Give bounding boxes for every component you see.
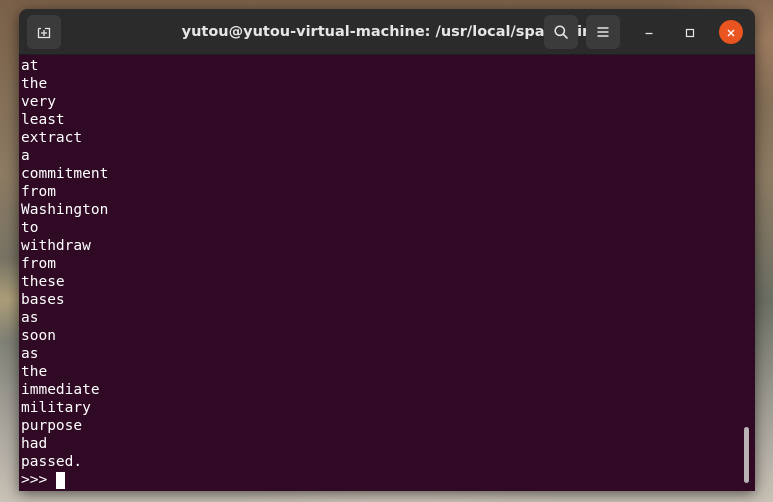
minimize-button[interactable]: [637, 20, 661, 44]
title-bar[interactable]: yutou@yutou-virtual-machine: /usr/local/…: [19, 9, 755, 55]
terminal-output: at the very least extract a commitment f…: [21, 57, 108, 489]
terminal-line: immediate: [21, 382, 100, 398]
terminal-line: bases: [21, 292, 65, 308]
terminal-line: the: [21, 76, 48, 92]
maximize-icon: [685, 23, 695, 42]
terminal-line: very: [21, 94, 56, 110]
desktop-background: yutou@yutou-virtual-machine: /usr/local/…: [0, 0, 773, 502]
close-icon: [726, 23, 736, 42]
new-tab-button[interactable]: [27, 15, 61, 49]
terminal-line: military: [21, 400, 91, 416]
terminal-line: least: [21, 112, 65, 128]
terminal-line: as: [21, 346, 39, 362]
terminal-line: as: [21, 310, 39, 326]
minimize-icon: [644, 23, 654, 42]
menu-button[interactable]: [586, 15, 620, 49]
maximize-button[interactable]: [678, 20, 702, 44]
terminal-window: yutou@yutou-virtual-machine: /usr/local/…: [19, 9, 755, 491]
terminal-line: at: [21, 58, 39, 74]
terminal-line: purpose: [21, 418, 83, 434]
terminal-line: extract: [21, 130, 83, 146]
terminal-line: to: [21, 220, 39, 236]
terminal-line: soon: [21, 328, 56, 344]
terminal-line: a: [21, 148, 30, 164]
terminal-line: the: [21, 364, 48, 380]
hamburger-menu-icon: [596, 26, 610, 38]
prompt-line[interactable]: >>>: [21, 471, 108, 489]
terminal-line: these: [21, 274, 65, 290]
search-button[interactable]: [544, 15, 578, 49]
terminal-line: from: [21, 256, 56, 272]
terminal-line: had: [21, 436, 48, 452]
terminal-line: from: [21, 184, 56, 200]
text-cursor: [56, 471, 66, 489]
terminal-line: passed.: [21, 454, 83, 470]
terminal-line: Washington: [21, 202, 109, 218]
terminal-output-area[interactable]: at the very least extract a commitment f…: [19, 55, 755, 491]
search-icon: [553, 24, 569, 40]
close-button[interactable]: [719, 20, 743, 44]
scrollbar-thumb[interactable]: [744, 427, 749, 483]
python-prompt: >>>: [21, 472, 48, 488]
terminal-line: commitment: [21, 166, 109, 182]
new-tab-icon: [36, 24, 52, 40]
terminal-line: withdraw: [21, 238, 91, 254]
